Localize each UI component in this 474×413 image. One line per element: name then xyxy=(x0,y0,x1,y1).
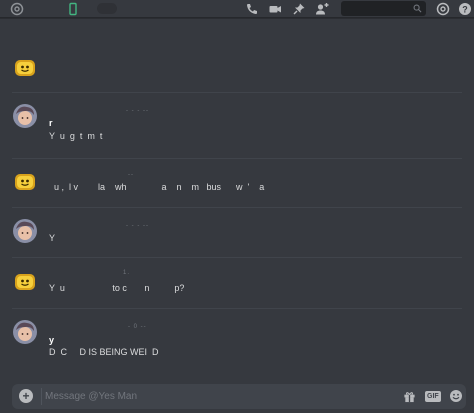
message-author[interactable]: y xyxy=(49,335,55,345)
message-list: - - - -- r Y u g t m t -- u , l v la wh … xyxy=(0,19,474,381)
message-timestamp: - - - -- xyxy=(126,108,149,114)
user-avatar[interactable] xyxy=(13,104,37,128)
bot-avatar[interactable] xyxy=(13,270,37,294)
pin-icon[interactable] xyxy=(292,2,306,16)
message-timestamp: 1. xyxy=(123,270,131,276)
message-divider xyxy=(12,158,462,159)
add-member-icon[interactable] xyxy=(315,2,329,16)
search-icon xyxy=(413,4,422,13)
message-divider xyxy=(12,207,462,208)
channel-header: ? xyxy=(0,0,474,18)
bot-avatar[interactable] xyxy=(13,170,37,194)
upload-plus-icon[interactable]: + xyxy=(19,389,33,403)
search-box[interactable] xyxy=(341,1,426,16)
gif-label: GIF xyxy=(425,390,441,402)
user-avatar[interactable] xyxy=(13,219,37,243)
call-icon[interactable] xyxy=(245,2,259,16)
status-pill xyxy=(97,3,117,14)
message-author[interactable]: r xyxy=(49,118,53,128)
message-divider xyxy=(12,257,462,258)
message-timestamp: - - - -- xyxy=(126,223,149,229)
message-text: D C D IS BEING WEI D xyxy=(49,347,159,357)
message-text: Y u g t m t xyxy=(49,131,103,141)
video-icon[interactable] xyxy=(268,2,282,16)
message-timestamp: - 0 -- xyxy=(128,324,147,330)
bot-avatar[interactable] xyxy=(13,56,37,80)
message-timestamp: -- xyxy=(128,172,134,178)
message-text: Y u to c n p? xyxy=(49,283,185,293)
message-divider xyxy=(12,308,462,309)
message-text: Y xyxy=(49,233,56,243)
emoji-icon[interactable] xyxy=(449,389,463,403)
composer-divider xyxy=(41,388,42,405)
help-icon[interactable]: ? xyxy=(458,2,472,16)
message-text: u , l v la wh a n m bus w ' a xyxy=(49,182,265,192)
gif-button[interactable]: GIF xyxy=(425,389,441,403)
message-composer: + GIF xyxy=(12,384,466,409)
mobile-icon xyxy=(66,2,80,16)
user-avatar[interactable] xyxy=(13,320,37,344)
svg-text:?: ? xyxy=(462,4,468,14)
at-icon xyxy=(10,2,24,16)
message-divider xyxy=(12,92,462,93)
gift-icon[interactable] xyxy=(403,389,416,403)
mention-icon[interactable] xyxy=(436,2,450,16)
message-input[interactable] xyxy=(45,388,385,405)
